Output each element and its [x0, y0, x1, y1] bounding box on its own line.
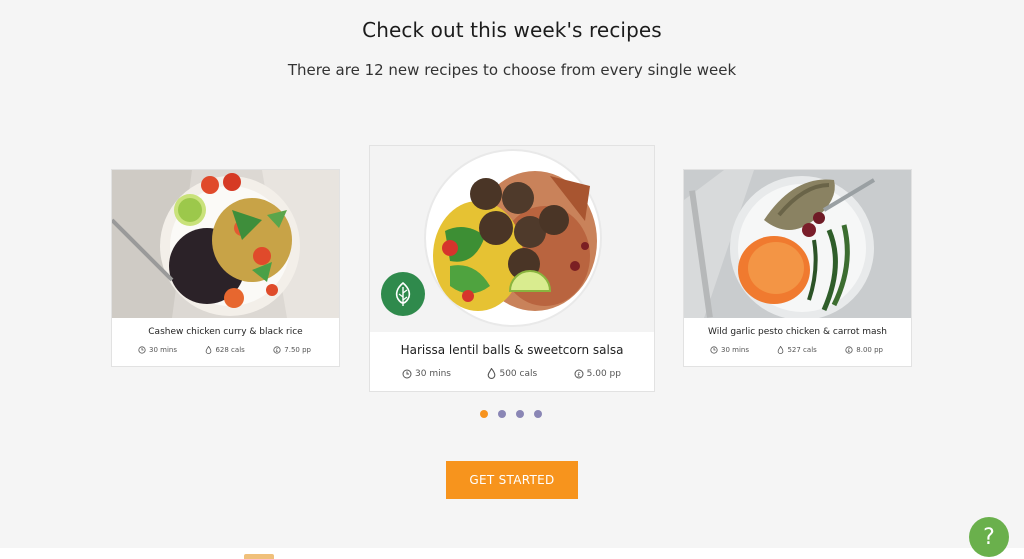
vegetarian-badge [381, 272, 425, 316]
recipe-price-value: 5.00 pp [586, 368, 621, 379]
recipe-price: £ 5.00 pp [574, 369, 621, 379]
recipe-calories-value: 628 cals [215, 346, 245, 354]
flame-icon [778, 346, 784, 354]
recipe-title: Wild garlic pesto chicken & carrot mash [708, 327, 887, 337]
clock-icon [138, 346, 146, 354]
help-label: ? [983, 524, 995, 550]
recipe-calories: 500 cals [487, 368, 537, 379]
recipe-time-value: 30 mins [149, 346, 177, 354]
recipe-card-featured[interactable]: Harissa lentil balls & sweetcorn salsa 3… [369, 145, 655, 392]
carousel-dot-2[interactable] [498, 410, 506, 418]
clock-icon [710, 346, 718, 354]
flame-icon [488, 368, 496, 379]
section-title: Check out this week's recipes [362, 18, 662, 42]
recipe-meta: 30 mins 527 cals £ 8.00 pp [684, 346, 911, 354]
recipe-title: Harissa lentil balls & sweetcorn salsa [400, 343, 624, 357]
recipe-price-value: 7.50 pp [284, 346, 311, 354]
recipe-price: £ 7.50 pp [273, 346, 311, 354]
pound-icon: £ [273, 346, 281, 354]
clock-icon [402, 369, 412, 378]
recipes-section: Check out this week's recipes There are … [0, 0, 1024, 559]
pound-icon: £ [845, 346, 853, 354]
svg-text:£: £ [577, 371, 581, 378]
recipe-photo [370, 146, 654, 332]
carousel-dot-3[interactable] [516, 410, 524, 418]
recipe-time: 30 mins [710, 346, 749, 354]
recipe-title: Cashew chicken curry & black rice [148, 327, 303, 337]
recipe-meta: 30 mins 500 cals £ 5.00 pp [370, 368, 654, 379]
carousel-pagination [480, 410, 542, 418]
recipe-calories-value: 500 cals [499, 368, 538, 379]
pound-icon: £ [574, 369, 584, 378]
recipe-time-value: 30 mins [721, 346, 749, 354]
get-started-button[interactable]: GET STARTED [446, 461, 578, 499]
recipe-photo [112, 170, 339, 318]
recipe-meta: 30 mins 628 cals £ 7.50 pp [112, 346, 339, 354]
recipe-calories: 527 cals [777, 346, 817, 354]
footer-strip [0, 548, 1024, 559]
recipe-time: 30 mins [138, 346, 177, 354]
recipe-card[interactable]: Wild garlic pesto chicken & carrot mash … [683, 169, 912, 367]
recipe-calories: 628 cals [205, 346, 245, 354]
leaf-icon [395, 281, 411, 306]
recipe-calories-value: 527 cals [787, 346, 817, 354]
carousel-dot-1[interactable] [480, 410, 488, 418]
section-subtitle: There are 12 new recipes to choose from … [287, 61, 737, 79]
recipe-time-value: 30 mins [415, 368, 451, 379]
recipe-price-value: 8.00 pp [856, 346, 883, 354]
recipe-photo [684, 170, 911, 318]
svg-text:£: £ [276, 348, 279, 354]
flame-icon [206, 346, 212, 354]
recipe-card[interactable]: Cashew chicken curry & black rice 30 min… [111, 169, 340, 367]
footer-element [244, 554, 274, 559]
carousel-dot-4[interactable] [534, 410, 542, 418]
recipe-time: 30 mins [402, 369, 451, 379]
recipe-price: £ 8.00 pp [845, 346, 883, 354]
svg-text:£: £ [848, 348, 851, 354]
help-button[interactable]: ? [969, 517, 1009, 557]
